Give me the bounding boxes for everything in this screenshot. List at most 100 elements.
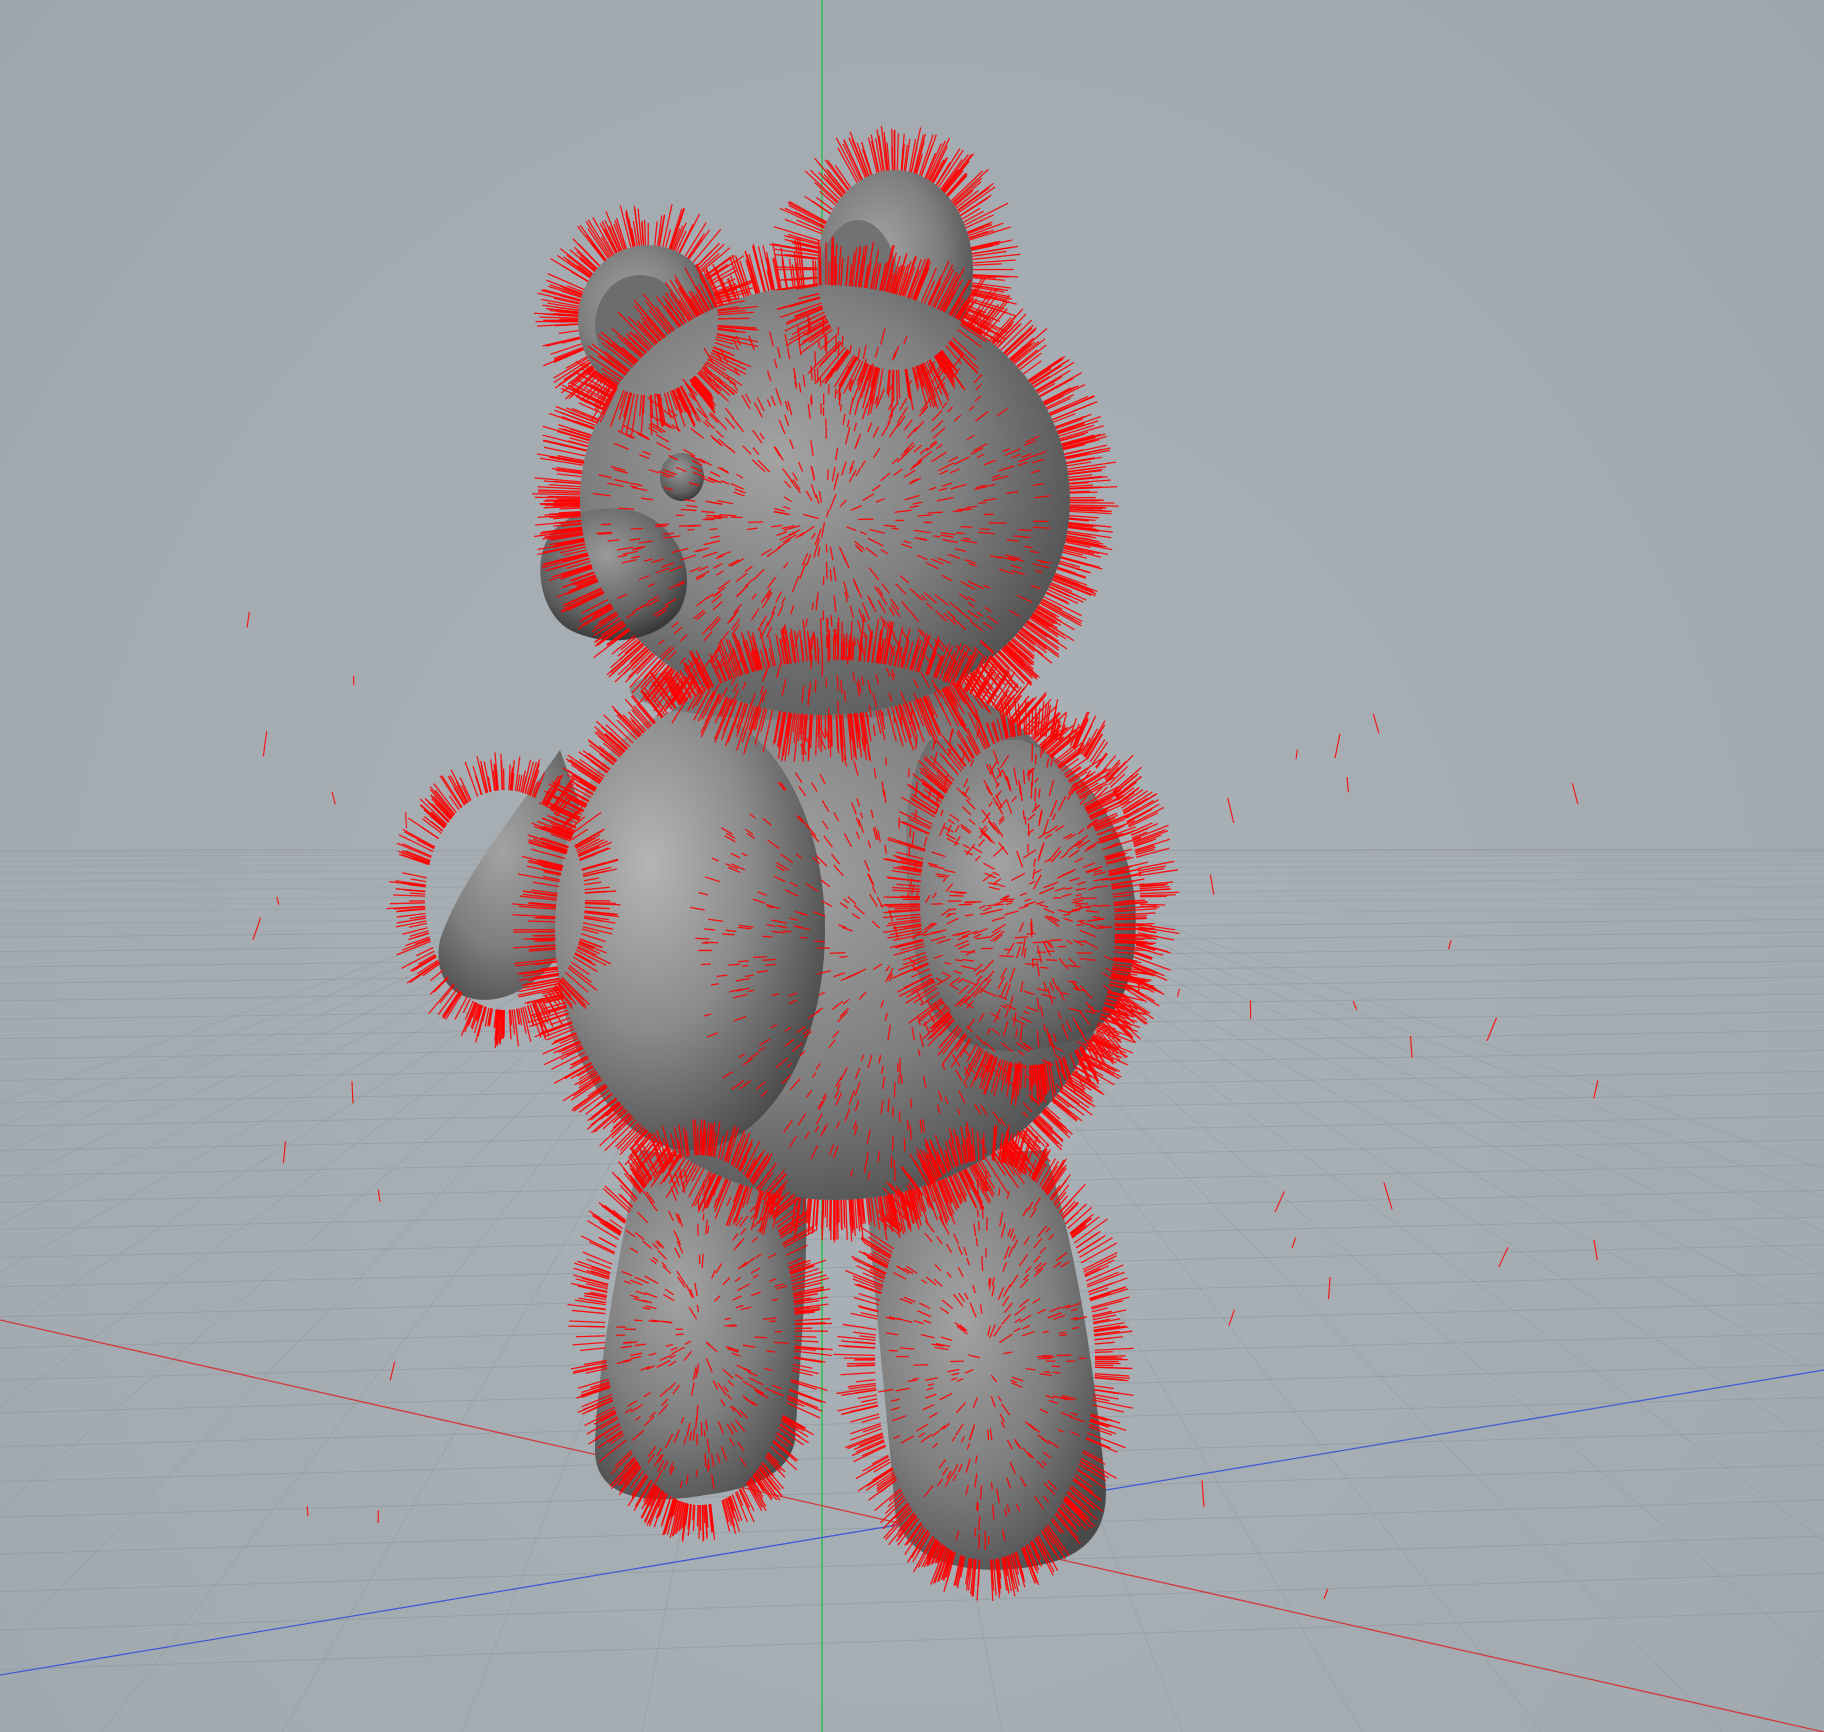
fur-guide xyxy=(885,757,888,766)
fur-guide xyxy=(1094,1341,1115,1345)
fur-guide xyxy=(979,528,991,531)
fur-guide xyxy=(817,714,820,737)
fur-guide xyxy=(551,441,587,451)
fur-guide xyxy=(972,250,1007,257)
fur-guide xyxy=(430,969,444,982)
fur-guide xyxy=(389,902,426,905)
fur-guide xyxy=(809,647,812,657)
fur-guide xyxy=(575,1335,606,1338)
fur-guide xyxy=(847,1433,884,1450)
fur-guide xyxy=(687,524,701,527)
fur-guide xyxy=(814,260,817,286)
fur-guide xyxy=(748,521,764,524)
bear-eye xyxy=(660,453,704,501)
fur-guide xyxy=(814,679,817,693)
fur-guide xyxy=(501,760,504,791)
fur-guide xyxy=(1011,341,1036,362)
fur-guide xyxy=(1094,1337,1111,1341)
fur-guide xyxy=(742,964,749,967)
fur-guide xyxy=(393,894,426,897)
fur-guide xyxy=(824,1199,827,1218)
fur-guide xyxy=(820,714,823,753)
fur-guide xyxy=(825,561,828,579)
fur-guide xyxy=(830,615,833,627)
fur-guide xyxy=(1053,576,1094,593)
fur-guide xyxy=(1069,508,1107,512)
fur-guide xyxy=(445,992,463,1020)
fur-guide xyxy=(582,1251,613,1265)
fur-guide xyxy=(429,976,449,995)
fur-guide xyxy=(834,388,837,399)
fur-guide xyxy=(781,259,788,288)
fur-guide xyxy=(960,525,973,528)
fur-guide xyxy=(850,1312,878,1320)
fur-guide xyxy=(553,346,584,360)
fur-guide xyxy=(528,920,556,923)
fur-guide xyxy=(572,1341,606,1346)
fur-guide xyxy=(857,1305,879,1312)
fur-guide xyxy=(966,221,993,233)
fur-guide xyxy=(577,1285,608,1294)
fur-guide xyxy=(641,220,645,246)
fur-guide xyxy=(1032,526,1051,529)
fur-guide xyxy=(837,344,840,357)
fur-guide xyxy=(559,507,581,510)
fur-guide xyxy=(538,489,581,493)
fur-guide xyxy=(571,1085,607,1112)
fur-guide xyxy=(1139,903,1166,906)
fur-guide xyxy=(1139,888,1172,892)
fur-guide xyxy=(794,1335,817,1338)
fur-guide xyxy=(818,258,821,286)
fur-guide xyxy=(1069,484,1094,488)
fur-guide xyxy=(1040,966,1049,969)
grid-line xyxy=(0,1572,1824,1631)
fur-guide xyxy=(552,504,581,507)
viewport-scene[interactable] xyxy=(0,0,1824,1732)
fur-guide xyxy=(1127,975,1165,995)
fur-guide xyxy=(697,1125,699,1156)
fur-guide xyxy=(706,514,722,517)
fur-guide xyxy=(1094,1366,1130,1370)
fur-guide xyxy=(571,1309,606,1315)
fur-guide xyxy=(840,1199,843,1229)
fur-guide xyxy=(1139,905,1160,908)
fur-guide xyxy=(816,196,834,211)
fur-guide xyxy=(586,1258,612,1269)
fur-guide xyxy=(872,1467,893,1481)
fur-guide xyxy=(846,1364,876,1367)
fur-guide xyxy=(837,701,840,714)
fur-guide xyxy=(1095,752,1108,768)
fur-guide xyxy=(402,872,427,879)
fur-guide xyxy=(895,369,899,405)
fur-guide xyxy=(835,137,860,182)
fur-guide xyxy=(1070,1217,1092,1236)
fur-guide xyxy=(1092,1314,1117,1321)
fur-guide xyxy=(917,514,932,517)
fur-guide xyxy=(813,368,816,382)
fur-guide xyxy=(572,420,595,430)
fur-guide xyxy=(1139,895,1167,898)
fur-guide xyxy=(531,493,581,496)
fur-guide xyxy=(1068,474,1093,479)
fur-guide xyxy=(1023,360,1042,375)
fur-guide xyxy=(548,484,581,488)
fur-guide xyxy=(855,1458,890,1480)
fur-guide xyxy=(558,329,579,334)
fur-guide xyxy=(845,1199,848,1240)
fur-guide xyxy=(829,1199,831,1231)
fur-guide xyxy=(567,754,604,780)
fur-guide xyxy=(862,1456,890,1472)
fur-guide xyxy=(809,317,812,331)
fur-guide xyxy=(687,233,706,259)
fur-guide xyxy=(680,508,689,511)
fur-guide xyxy=(816,367,819,382)
fur-guide xyxy=(1069,501,1115,504)
fur-guide xyxy=(530,938,556,941)
3d-viewport[interactable] xyxy=(0,0,1824,1732)
fur-guide xyxy=(579,1347,606,1352)
fur-guide xyxy=(1094,1351,1113,1354)
fur-guide xyxy=(859,1306,879,1313)
fur-guide xyxy=(1024,1064,1027,1089)
fur-guide xyxy=(850,1422,881,1435)
fur-guide xyxy=(616,714,640,738)
